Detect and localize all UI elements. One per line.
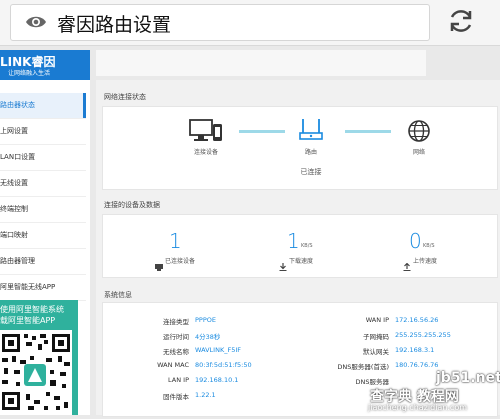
- eye-icon: [25, 14, 47, 34]
- download-icon: [279, 256, 287, 275]
- info-key: DNS服务器: [355, 378, 390, 386]
- info-value: 255.255.255.255: [395, 331, 451, 339]
- upload-unit: KB/S: [423, 243, 435, 249]
- watermark-url: jiaocheng.chazidian.com: [368, 403, 468, 412]
- download-unit: KB/S: [301, 243, 313, 249]
- upload-label: 上传速度: [413, 258, 438, 265]
- router-label: 路由: [304, 149, 317, 156]
- connected-count: 1: [169, 229, 182, 253]
- sidebar-item-app[interactable]: 阿里智能无线APP: [0, 275, 86, 301]
- info-key: 默认网关: [363, 348, 389, 356]
- browser-toolbar: 睿因路由设置: [0, 0, 500, 46]
- connected-label: 已连接设备: [165, 258, 196, 265]
- app-promo-line1: 使用阿里智能系统: [0, 305, 64, 314]
- upload-value: 0: [409, 229, 422, 253]
- info-value: PPPOE: [195, 316, 216, 324]
- upload-icon: [403, 256, 411, 275]
- app-promo: 使用阿里智能系统 载阿里智能APP: [0, 300, 78, 415]
- link-line-1: [239, 130, 285, 133]
- info-key: 运行时间: [163, 333, 189, 341]
- globe-icon: [407, 119, 431, 147]
- watermark-site: jb51.net: [436, 370, 500, 386]
- sidebar-nav: 路由器状态 上网设置 LAN口设置 无线设置 终端控制 端口映射 路由器管理 阿…: [0, 93, 86, 301]
- info-value: 192.168.3.1: [395, 346, 435, 354]
- connection-status: 已连接: [300, 168, 322, 176]
- main-content: 网络连接状态 连接设备 路由 网络 已连接 连接的设备及数据 1 已连接设备 1…: [96, 80, 500, 417]
- info-key: DNS服务器(首选): [337, 363, 389, 371]
- info-key: 无线名称: [163, 348, 189, 356]
- info-value: 1.22.1: [195, 391, 216, 399]
- info-key: WAN MAC: [157, 361, 189, 369]
- info-key: 连接类型: [163, 318, 189, 326]
- network-status-card: 连接设备 路由 网络 已连接: [102, 106, 498, 190]
- info-key: WAN IP: [365, 316, 389, 324]
- device-list-icon: [155, 256, 163, 275]
- app-promo-line2: 载阿里智能APP: [0, 316, 56, 325]
- content-header: [96, 50, 426, 76]
- system-info-title: 系统信息: [104, 291, 132, 299]
- devices-title: 连接的设备及数据: [104, 201, 160, 209]
- devices-card: 1 已连接设备 1 KB/S 下载速度 0 KB/S 上传速度: [102, 214, 498, 278]
- sidebar-item-terminal[interactable]: 终端控制: [0, 197, 86, 223]
- computer-icon: [189, 119, 223, 147]
- router-icon: [299, 117, 323, 147]
- address-bar[interactable]: 睿因路由设置: [10, 4, 430, 41]
- info-value: 4分38秒: [195, 333, 221, 341]
- sidebar-item-wireless[interactable]: 无线设置: [0, 171, 86, 197]
- info-key: 固件版本: [163, 393, 189, 401]
- internet-label: 网络: [412, 149, 425, 156]
- device-label: 连接设备: [193, 149, 218, 156]
- brand-logo: LINK睿因 让网络融入生活: [0, 50, 90, 80]
- info-key: 子网掩码: [363, 333, 389, 341]
- network-status-title: 网络连接状态: [104, 93, 146, 101]
- info-value: 80:3f:5d:51:f5:50: [195, 361, 252, 369]
- sidebar-item-lan[interactable]: LAN口设置: [0, 145, 86, 171]
- sidebar-item-admin[interactable]: 路由器管理: [0, 249, 86, 275]
- info-value: 192.168.10.1: [195, 376, 239, 384]
- info-value: 172.16.56.26: [395, 316, 439, 324]
- sidebar-item-port-mapping[interactable]: 端口映射: [0, 223, 86, 249]
- download-label: 下载速度: [289, 258, 314, 265]
- sidebar-item-internet[interactable]: 上网设置: [0, 119, 86, 145]
- reload-icon[interactable]: [446, 6, 476, 40]
- page-title: 睿因路由设置: [57, 14, 172, 36]
- qr-code: [0, 330, 72, 415]
- info-value: 180.76.76.76: [395, 361, 439, 369]
- info-key: LAN IP: [168, 376, 189, 384]
- sidebar-item-router-status[interactable]: 路由器状态: [0, 93, 86, 119]
- brand-slogan: 让网络融入生活: [8, 70, 51, 77]
- download-value: 1: [287, 229, 300, 253]
- info-value: WAVLINK_F5IF: [195, 346, 241, 354]
- link-line-2: [345, 130, 391, 133]
